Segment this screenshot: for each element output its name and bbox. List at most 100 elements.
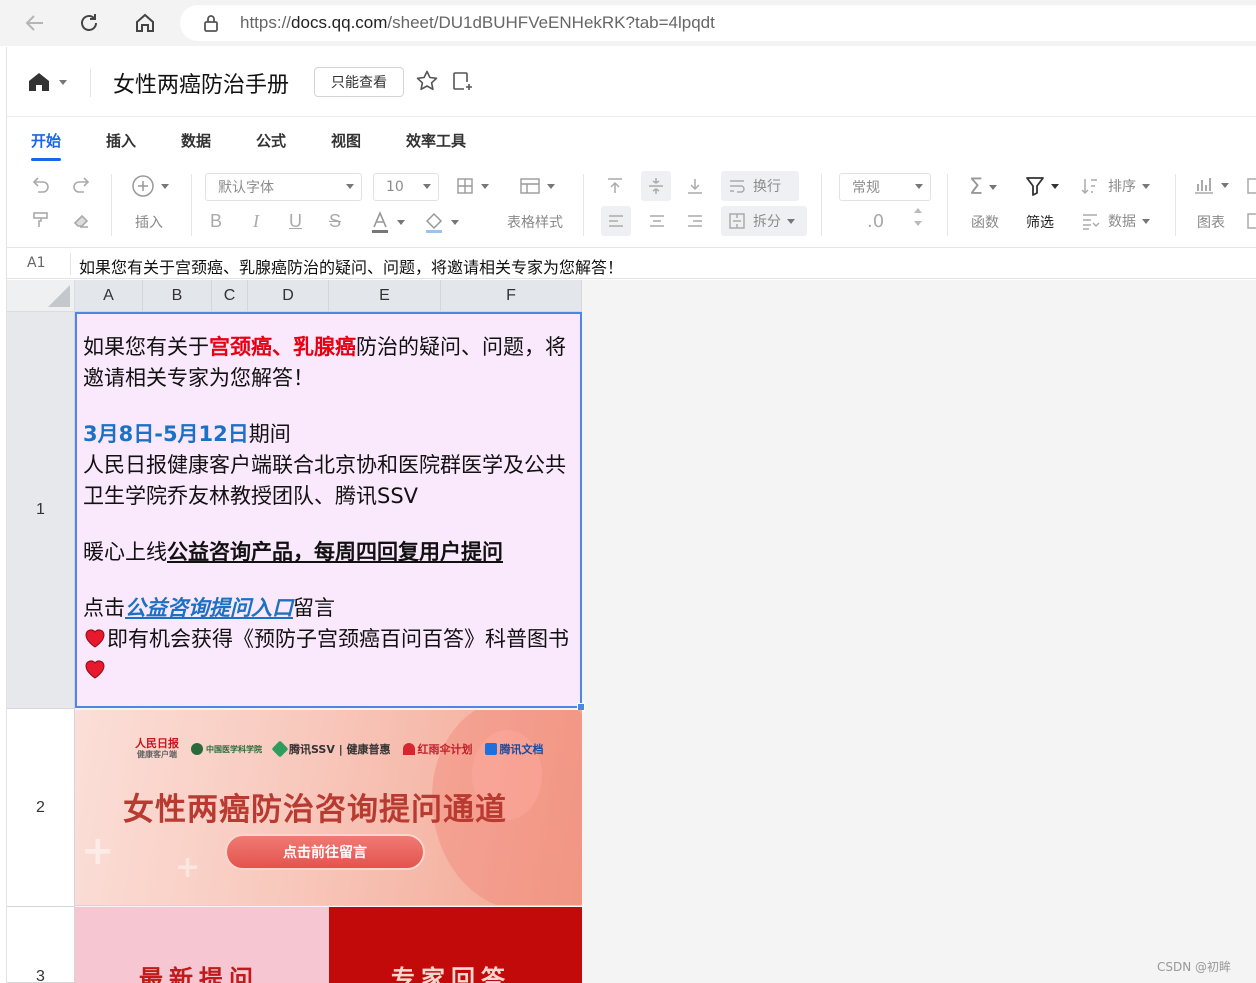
expert-answers-cell[interactable]: 专家回答	[329, 907, 582, 983]
border-button[interactable]	[455, 176, 489, 196]
function-button[interactable]: Σ	[969, 175, 997, 200]
chevron-down-icon	[915, 184, 923, 189]
home-button[interactable]	[130, 8, 160, 38]
border-grid-icon	[457, 178, 473, 194]
column-header-f[interactable]: F	[441, 280, 582, 312]
align-bottom-icon	[688, 179, 702, 194]
latest-questions-cell[interactable]: 最新提问	[75, 907, 329, 983]
leave-message-button[interactable]: 点击前往留言	[225, 834, 425, 870]
consult-entry-link[interactable]: 公益咨询提问入口	[125, 596, 293, 620]
cell-text-organizers: 人民日报健康客户端联合北京协和医院群医学及公共卫生学院乔友林教授团队、腾讯SSV	[83, 453, 566, 508]
tab-start[interactable]: 开始	[31, 130, 61, 151]
logo-people-daily: 人民日报 健康客户端	[135, 737, 179, 759]
latest-questions-label: 最新提问	[139, 965, 259, 983]
font-size-value: 10	[386, 179, 404, 195]
add-to-folder-icon[interactable]	[450, 69, 476, 95]
column-header-b[interactable]: B	[143, 280, 212, 312]
table-style-label: 表格样式	[507, 215, 563, 231]
insert-button[interactable]	[131, 174, 169, 198]
font-size-select[interactable]: 10	[373, 173, 439, 201]
row-header-1[interactable]: 1	[7, 312, 75, 709]
star-icon[interactable]	[415, 69, 441, 95]
cell-text-date: 3月8日-5月12日	[83, 422, 249, 446]
readonly-badge[interactable]: 只能查看	[314, 67, 404, 97]
home-outline-icon	[136, 13, 154, 32]
url-prefix: https://	[240, 13, 292, 32]
format-painter-icon	[33, 212, 48, 227]
font-color-button[interactable]	[369, 210, 405, 234]
cell-a1-merged[interactable]: 如果您有关于宫颈癌、乳腺癌防治的疑问、问题，将邀请相关专家为您解答！ 3月8日-…	[75, 312, 582, 708]
undo-button[interactable]	[31, 174, 51, 194]
align-top-button[interactable]	[605, 176, 625, 196]
chevron-down-icon	[988, 185, 997, 190]
consult-banner-image[interactable]: + + 人民日报 健康客户端 中国医学科学院 腾讯SSV | 健康普惠 红雨伞计划…	[75, 710, 582, 906]
align-bottom-button[interactable]	[685, 176, 705, 196]
table-style-button[interactable]	[519, 176, 555, 196]
wrap-text-button[interactable]: 换行	[721, 171, 799, 201]
docs-app: 女性两癌防治手册 只能查看 开始 插入 数据 公式 视图 效率工具 插入 默认字…	[6, 47, 1256, 983]
align-middle-button[interactable]	[641, 171, 671, 201]
data-tools-button[interactable]: 数据	[1080, 211, 1150, 231]
formula-bar: A1 如果您有关于宫颈癌、乳腺癌防治的疑问、问题，将邀请相关专家为您解答！	[7, 249, 1256, 279]
column-header-a[interactable]: A	[75, 280, 143, 312]
italic-button[interactable]: I	[253, 211, 259, 232]
sheet-grid[interactable]: A B C D E F 1 2 3 如果您有关于宫颈癌、乳腺癌防治的疑问、问题，…	[7, 280, 1256, 983]
tab-efficiency-tools[interactable]: 效率工具	[406, 130, 466, 151]
chart-label: 图表	[1197, 215, 1225, 231]
logo-tencent-ssv: 腾讯SSV | 健康普惠	[271, 740, 391, 758]
address-bar[interactable]: https://docs.qq.com/sheet/DU1dBUHFVeENHe…	[180, 5, 1256, 41]
cell-reference[interactable]: A1	[27, 255, 45, 271]
row-header-2[interactable]: 2	[7, 709, 75, 907]
filter-button[interactable]	[1025, 175, 1059, 197]
cell-text-bold-underline: 公益咨询产品，每周四回复用户提问	[167, 540, 503, 564]
expert-answers-label: 专家回答	[391, 965, 511, 983]
tab-data[interactable]: 数据	[181, 130, 211, 151]
font-family-select[interactable]: 默认字体	[205, 173, 362, 201]
decimal-stepper[interactable]	[913, 206, 923, 228]
merge-split-button[interactable]: 拆分	[721, 206, 807, 236]
column-header-c[interactable]: C	[212, 280, 248, 312]
clear-format-button[interactable]	[71, 210, 91, 230]
align-center-icon	[650, 215, 664, 227]
sort-button[interactable]: 排序	[1080, 176, 1150, 196]
sort-label: 排序	[1108, 179, 1136, 195]
document-title[interactable]: 女性两癌防治手册	[113, 67, 289, 99]
ssv-logo-icon	[271, 740, 289, 758]
align-right-button[interactable]	[685, 211, 705, 231]
tab-insert[interactable]: 插入	[106, 130, 136, 151]
sigma-icon: Σ	[969, 175, 983, 200]
back-button[interactable]	[20, 8, 50, 38]
underline-button[interactable]: U	[289, 211, 302, 232]
number-format-select[interactable]: 常规	[839, 173, 931, 201]
data-tools-label: 数据	[1108, 214, 1136, 230]
url-text: https://docs.qq.com/sheet/DU1dBUHFVeENHe…	[240, 13, 715, 33]
more-tools-icon[interactable]	[1247, 176, 1256, 196]
tab-view[interactable]: 视图	[331, 130, 361, 151]
cell-text: 暖心上线	[83, 540, 167, 564]
column-header-d[interactable]: D	[248, 280, 329, 312]
redo-button[interactable]	[71, 174, 91, 194]
decimal-button[interactable]: .0	[867, 211, 884, 232]
bold-button[interactable]: B	[210, 211, 222, 232]
chart-button[interactable]	[1193, 175, 1229, 195]
select-all-corner[interactable]	[7, 280, 75, 312]
format-painter-button[interactable]	[31, 210, 51, 230]
function-label: 函数	[971, 215, 999, 231]
redo-icon	[73, 177, 90, 193]
fill-color-button[interactable]	[423, 210, 459, 234]
row-header-3[interactable]: 3	[7, 907, 75, 983]
heart-icon	[85, 629, 105, 648]
column-header-e[interactable]: E	[329, 280, 441, 312]
reload-button[interactable]	[74, 8, 104, 38]
logo-red-umbrella: 红雨伞计划	[402, 741, 473, 757]
chevron-down-icon	[1142, 218, 1150, 224]
align-left-button[interactable]	[601, 206, 631, 236]
align-center-button[interactable]	[647, 211, 667, 231]
bar-chart-icon	[1195, 178, 1213, 194]
tab-formula[interactable]: 公式	[256, 130, 286, 151]
more-tools-icon[interactable]	[1247, 211, 1256, 231]
menu-bar: 开始 插入 数据 公式 视图 效率工具	[7, 118, 1256, 164]
formula-input[interactable]: 如果您有关于宫颈癌、乳腺癌防治的疑问、问题，将邀请相关专家为您解答！	[79, 254, 623, 278]
strikethrough-button[interactable]: S	[329, 211, 341, 232]
docs-home-button[interactable]	[27, 69, 69, 95]
